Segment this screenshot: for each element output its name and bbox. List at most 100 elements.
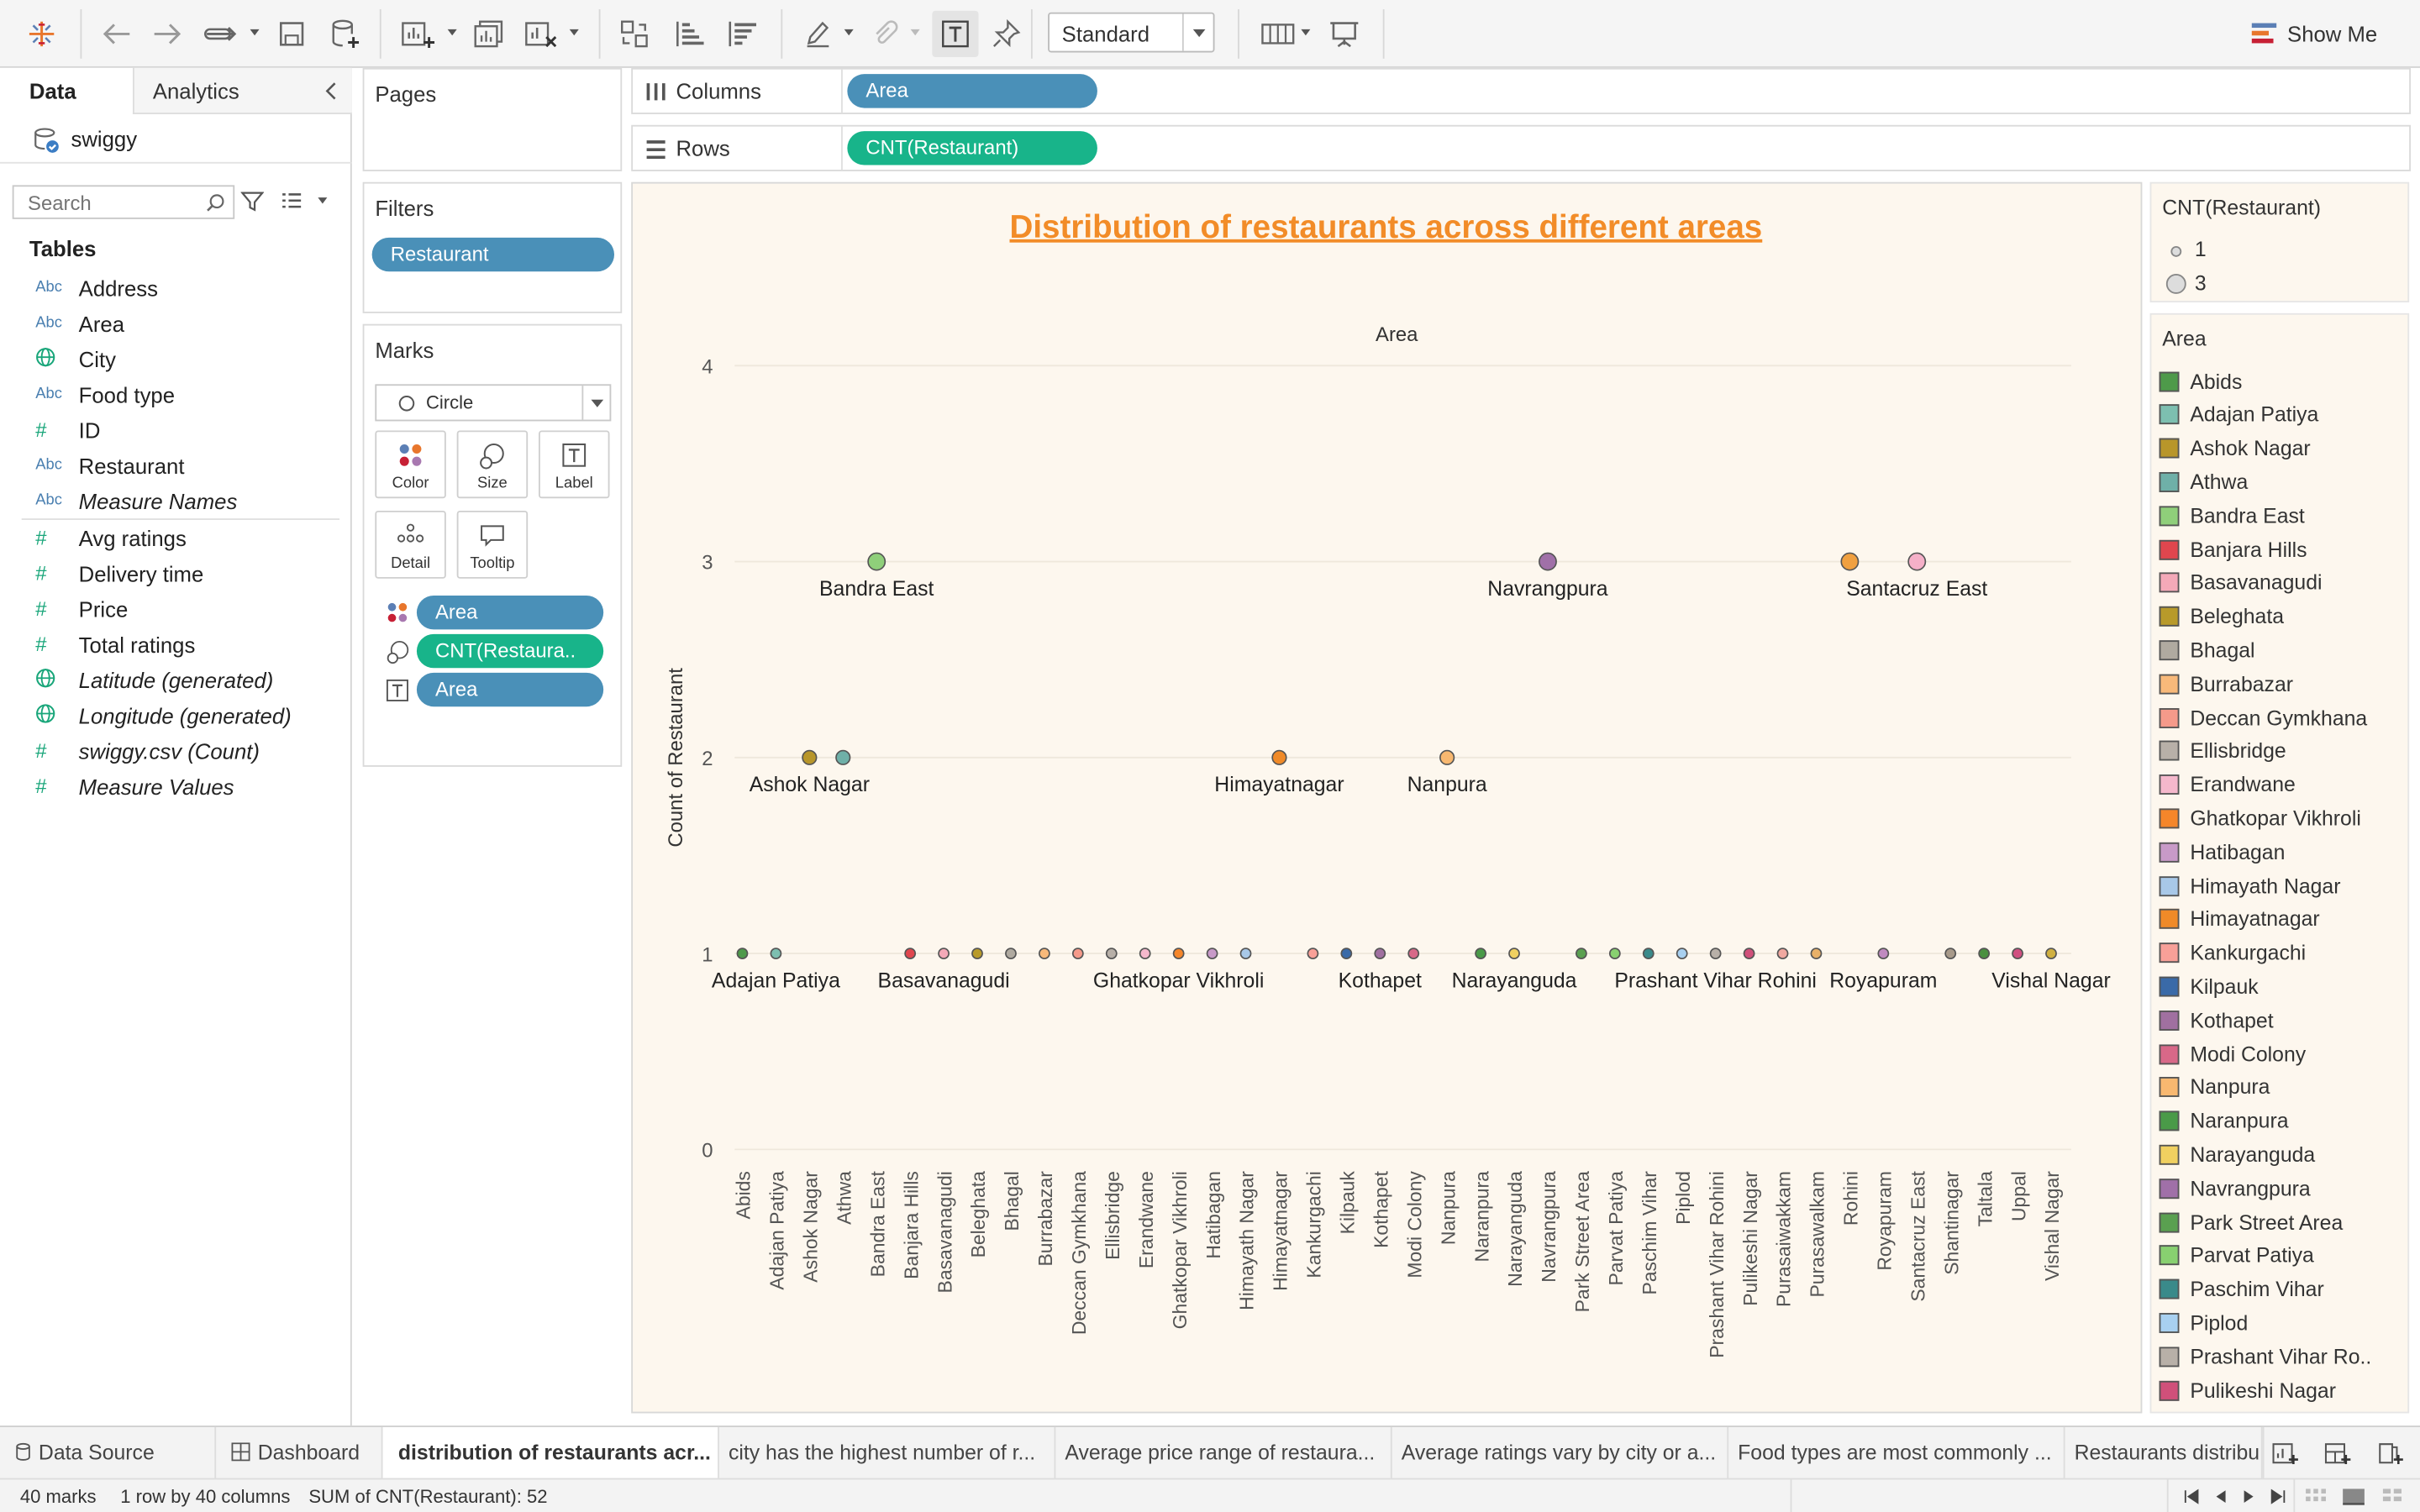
filters-shelf[interactable]: Filters Restaurant xyxy=(362,181,623,313)
mark-point[interactable] xyxy=(802,749,818,765)
mark-point[interactable] xyxy=(1475,948,1486,959)
sheet-tab[interactable]: city has the highest number of r... xyxy=(719,1426,1056,1480)
legend-item[interactable]: Himayatnagar xyxy=(2159,904,2320,935)
field-price[interactable]: # Price xyxy=(0,591,347,626)
field-avg-ratings[interactable]: # Avg ratings xyxy=(0,520,347,555)
scatter-chart[interactable]: Distribution of restaurants across diffe… xyxy=(633,184,2144,1415)
mark-point[interactable] xyxy=(1576,948,1587,959)
tab-analytics[interactable]: Analytics xyxy=(153,68,239,114)
mark-point[interactable] xyxy=(1139,948,1151,959)
legend-item[interactable]: Parvat Patiya xyxy=(2159,1240,2314,1271)
color-legend[interactable]: Area Abids Adajan Patiya Ashok Nagar Athwa B… xyxy=(2149,312,2410,1414)
undo-icon[interactable] xyxy=(96,15,136,52)
mark-point[interactable] xyxy=(1877,948,1890,959)
columns-shelf[interactable]: Columns Area xyxy=(631,67,2411,114)
legend-item[interactable]: Nanpura xyxy=(2159,1072,2270,1103)
field-city[interactable]: City xyxy=(0,341,347,376)
mark-point[interactable] xyxy=(1172,948,1185,959)
show-mark-labels-icon[interactable] xyxy=(932,10,979,57)
mark-point[interactable] xyxy=(1439,749,1455,765)
sheet-tab[interactable]: Dashboard xyxy=(216,1426,383,1480)
legend-item[interactable]: Kankurgachi xyxy=(2159,937,2306,969)
sheet-tab[interactable]: distribution of restaurants acr... xyxy=(382,1426,719,1480)
mark-point[interactable] xyxy=(1374,948,1386,959)
presentation-mode-icon[interactable] xyxy=(1324,15,1365,52)
mark-point[interactable] xyxy=(1508,948,1520,959)
mark-point[interactable] xyxy=(1709,948,1722,959)
sheet-navigation-icons[interactable] xyxy=(2182,1488,2291,1506)
field-latitude-generated[interactable]: Latitude (generated) xyxy=(0,662,347,697)
datasource-row[interactable]: swiggy xyxy=(0,114,352,164)
legend-item[interactable]: Navrangpura xyxy=(2159,1173,2311,1204)
field-restaurant[interactable]: Abc Restaurant xyxy=(0,448,347,483)
legend-item[interactable]: Himayath Nagar xyxy=(2159,870,2340,901)
rows-shelf[interactable]: Rows CNT(Restaurant) xyxy=(631,124,2411,171)
mark-point[interactable] xyxy=(770,948,782,959)
mark-point[interactable] xyxy=(867,552,886,571)
mark-point[interactable] xyxy=(2012,948,2023,959)
sheet-tab[interactable]: Food types are most commonly ... xyxy=(1728,1426,2065,1480)
legend-item[interactable]: Paschim Vihar xyxy=(2159,1273,2324,1305)
mark-point[interactable] xyxy=(1907,552,1927,571)
legend-item[interactable]: Banjara Hills xyxy=(2159,534,2307,565)
mark-point[interactable] xyxy=(1005,948,1017,959)
sheet-tab[interactable]: Restaurants distribu xyxy=(2065,1426,2263,1480)
legend-item[interactable]: Erandwane xyxy=(2159,769,2296,801)
columns-pill-area[interactable]: Area xyxy=(847,74,1097,108)
legend-item[interactable]: Pulikeshi Nagar xyxy=(2159,1375,2336,1406)
chart-area[interactable]: Distribution of restaurants across diffe… xyxy=(631,181,2144,1415)
search-input[interactable] xyxy=(13,186,197,218)
highlight-icon[interactable] xyxy=(799,15,836,52)
field-id[interactable]: # ID xyxy=(0,412,347,447)
mark-point[interactable] xyxy=(1944,948,1957,959)
sheet-tab[interactable]: Average price range of restaura... xyxy=(1055,1426,1392,1480)
view-options-icon[interactable] xyxy=(281,192,302,219)
detail-card[interactable]: Detail xyxy=(375,510,446,579)
tab-data[interactable]: Data xyxy=(0,68,133,114)
legend-item[interactable]: Kothapet xyxy=(2159,1005,2274,1036)
show-cards-icon[interactable] xyxy=(1256,15,1299,52)
group-members-icon[interactable] xyxy=(867,15,901,52)
legend-item[interactable]: Narayanguda xyxy=(2159,1139,2315,1170)
collapse-pane-icon[interactable] xyxy=(321,81,339,110)
mark-point[interactable] xyxy=(1840,552,1860,571)
mark-point[interactable] xyxy=(1105,948,1118,959)
mark-point[interactable] xyxy=(1206,948,1218,959)
legend-item[interactable]: Ghatkopar Vikhroli xyxy=(2159,803,2361,834)
mark-point[interactable] xyxy=(2045,948,2057,959)
mark-point[interactable] xyxy=(1810,948,1823,959)
filter-pill-restaurant[interactable]: Restaurant xyxy=(371,237,615,272)
mark-point[interactable] xyxy=(904,948,917,959)
legend-item[interactable]: Prashant Vihar Ro.. xyxy=(2159,1341,2371,1372)
legend-item[interactable]: Park Street Area xyxy=(2159,1206,2343,1237)
sheet-tab[interactable]: Data Source xyxy=(0,1426,217,1480)
mark-point[interactable] xyxy=(1071,948,1084,959)
legend-item[interactable]: Beleghata xyxy=(2159,601,2284,633)
field-longitude-generated[interactable]: Longitude (generated) xyxy=(0,697,347,732)
legend-item[interactable]: Bandra East xyxy=(2159,500,2305,531)
color-card[interactable]: Color xyxy=(375,430,446,499)
mark-point[interactable] xyxy=(1608,948,1621,959)
mark-type-dropdown[interactable]: Circle xyxy=(375,384,612,422)
legend-item[interactable]: Adajan Patiya xyxy=(2159,399,2318,430)
view-size-dropdown[interactable]: Standard xyxy=(1048,12,1215,53)
replay-icon[interactable] xyxy=(201,15,244,52)
mark-point[interactable] xyxy=(736,948,749,959)
search-field[interactable] xyxy=(12,185,235,219)
redo-icon[interactable] xyxy=(148,15,188,52)
duplicate-sheet-icon[interactable] xyxy=(469,15,509,52)
legend-item[interactable]: Kilpauk xyxy=(2159,971,2259,1002)
legend-item[interactable]: Bhagal xyxy=(2159,635,2255,666)
legend-item[interactable]: Ashok Nagar xyxy=(2159,433,2311,464)
filter-fields-icon[interactable] xyxy=(240,190,265,221)
mark-point[interactable] xyxy=(835,749,851,765)
legend-item[interactable]: Deccan Gymkhana xyxy=(2159,702,2367,733)
marks-pill-label-area[interactable]: Area xyxy=(416,672,604,707)
sort-ascending-icon[interactable] xyxy=(670,15,710,52)
pin-axes-icon[interactable] xyxy=(988,15,1025,52)
size-card[interactable]: Size xyxy=(456,430,529,499)
legend-item[interactable]: Abids xyxy=(2159,365,2242,396)
mark-point[interactable] xyxy=(1239,948,1252,959)
mark-point[interactable] xyxy=(1271,749,1287,765)
clear-sheet-icon[interactable] xyxy=(522,15,562,52)
